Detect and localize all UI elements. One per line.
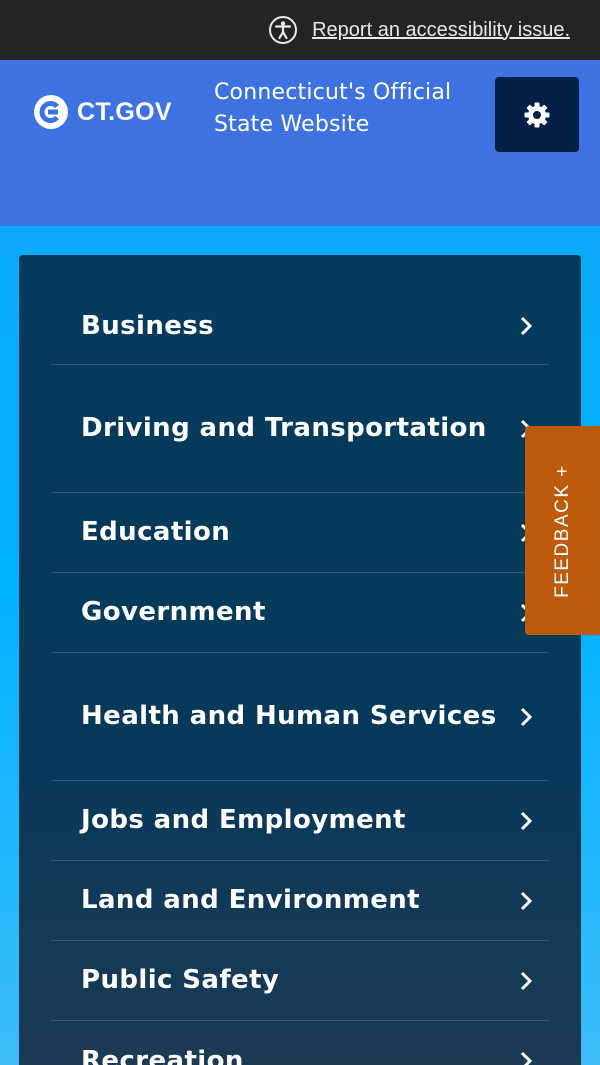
chevron-right-icon (520, 316, 533, 336)
feedback-label: FEEDBACK + (551, 463, 573, 598)
gear-icon (524, 102, 550, 127)
nav-item-government[interactable]: Government (51, 573, 549, 653)
nav-item-business[interactable]: Business (51, 288, 549, 365)
nav-item-label: Driving and Transportation (81, 413, 487, 443)
chevron-right-icon (520, 1051, 533, 1065)
nav-item-jobs-employment[interactable]: Jobs and Employment (51, 781, 549, 861)
chevron-right-icon (520, 971, 533, 990)
nav-item-label: Recreation (81, 1045, 244, 1065)
nav-item-label: Jobs and Employment (81, 805, 406, 835)
logo-text: CT.GOV (77, 97, 172, 126)
topics-navigation: Business Driving and Transportation Educ… (19, 255, 581, 1065)
accessibility-bar: Report an accessibility issue. (0, 0, 600, 60)
nav-item-label: Public Safety (81, 965, 280, 995)
nav-item-recreation[interactable]: Recreation (51, 1021, 549, 1065)
site-tagline: Connecticut's Official State Website (214, 80, 452, 137)
report-accessibility-link[interactable]: Report an accessibility issue. (268, 15, 570, 45)
nav-item-label: Education (81, 517, 231, 547)
accessibility-icon (269, 16, 298, 44)
site-header: CT.GOV Connecticut's Official State Webs… (0, 60, 600, 226)
nav-item-label: Business (81, 310, 215, 341)
nav-item-label: Government (81, 597, 266, 627)
nav-item-education[interactable]: Education (51, 493, 549, 573)
chevron-right-icon (520, 811, 533, 830)
settings-button[interactable] (495, 77, 579, 152)
nav-item-land-environment[interactable]: Land and Environment (51, 861, 549, 941)
nav-item-health-human-services[interactable]: Health and Human Services (51, 653, 549, 781)
nav-item-public-safety[interactable]: Public Safety (51, 941, 549, 1021)
chevron-right-icon (520, 891, 533, 910)
ct-logo-mark-icon (34, 95, 68, 129)
nav-item-label: Land and Environment (81, 885, 420, 915)
report-accessibility-label: Report an accessibility issue. (312, 18, 570, 41)
ct-gov-logo[interactable]: CT.GOV (33, 93, 172, 131)
nav-item-label: Health and Human Services (81, 701, 497, 731)
chevron-right-icon (520, 707, 533, 726)
topics-list: Business Driving and Transportation Educ… (51, 288, 549, 1065)
nav-item-driving-transportation[interactable]: Driving and Transportation (51, 365, 549, 493)
feedback-tab[interactable]: FEEDBACK + (525, 426, 600, 635)
